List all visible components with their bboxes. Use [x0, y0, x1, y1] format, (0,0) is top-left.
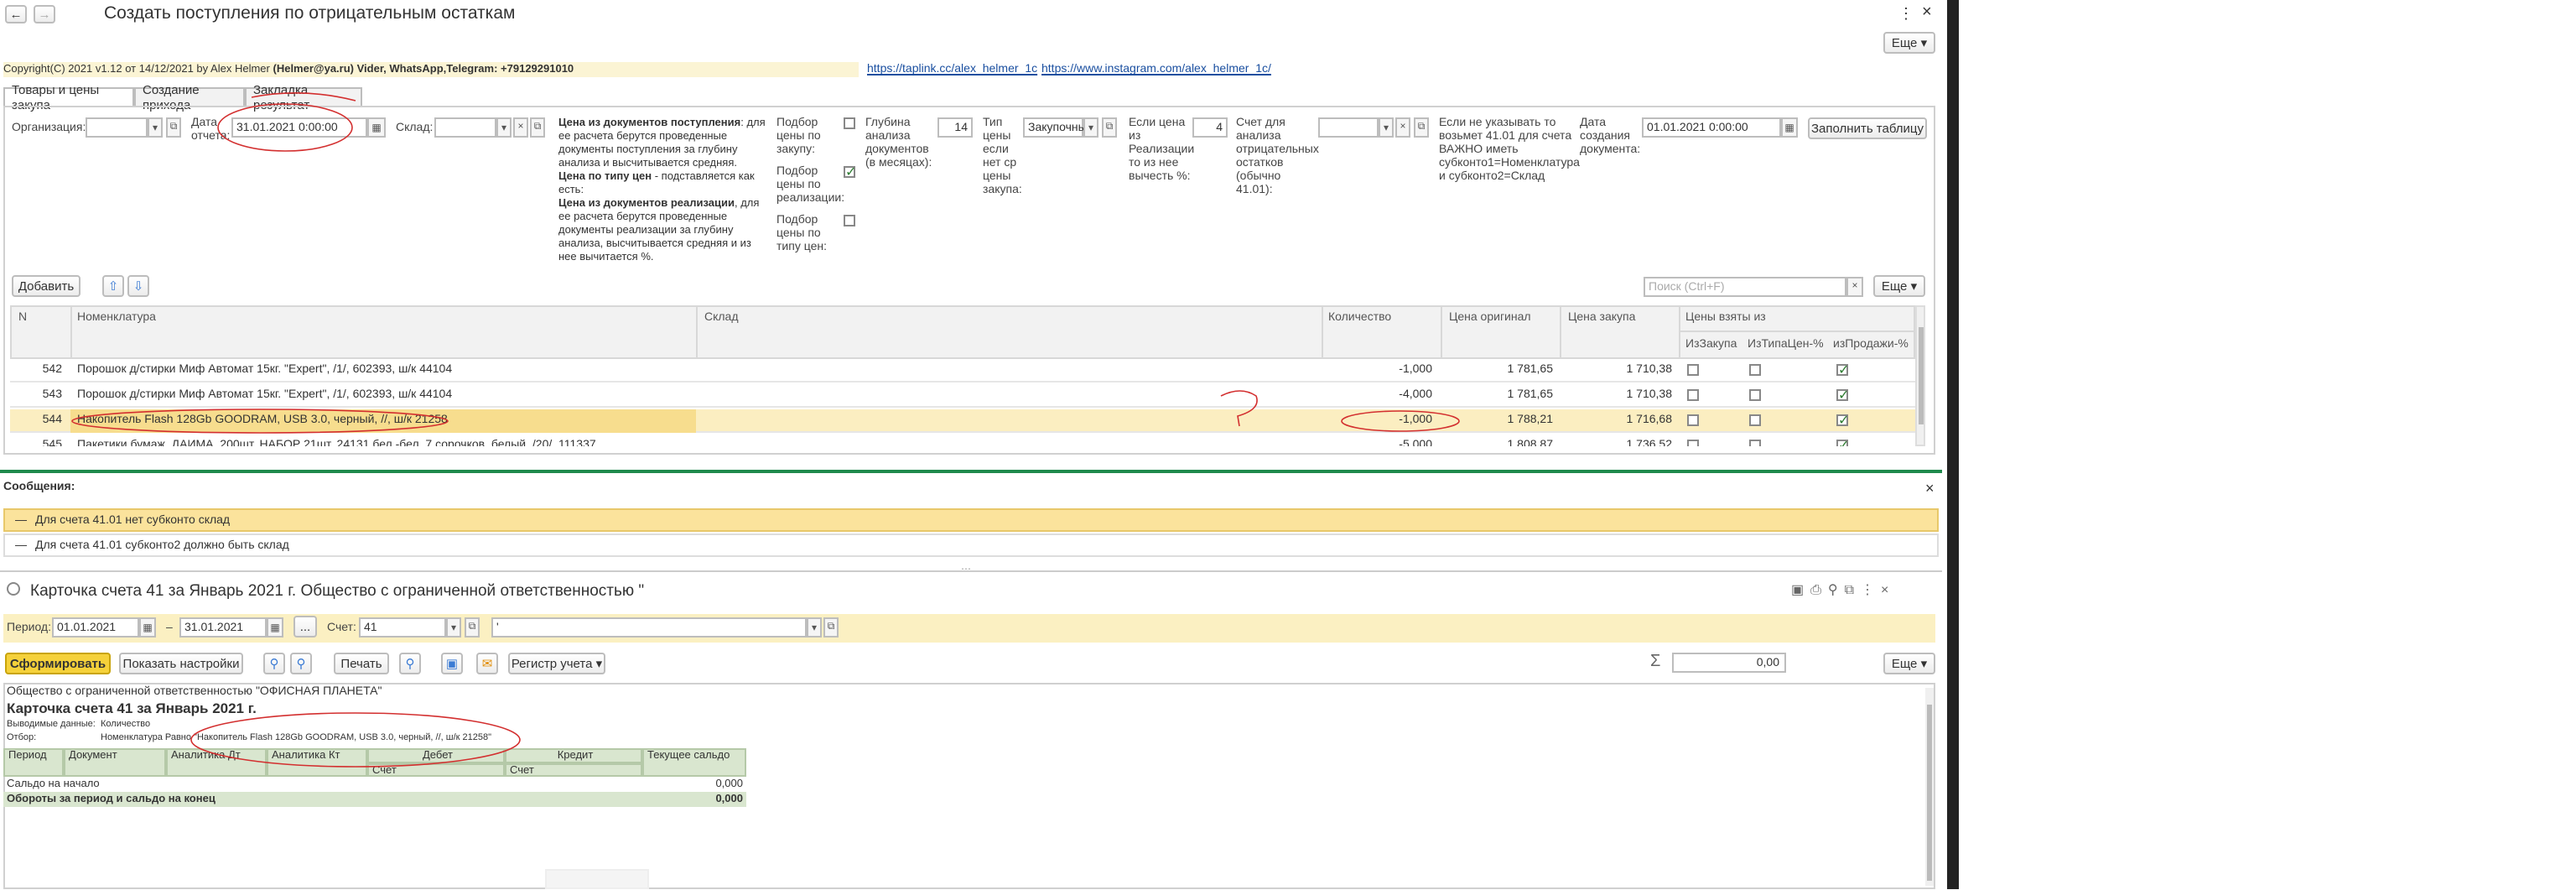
splitter[interactable]: [0, 470, 1942, 473]
window-edge: [1947, 0, 1959, 889]
period-choose-button[interactable]: ...: [293, 616, 317, 638]
message-item[interactable]: — Для счета 41.01 субконто2 должно быть с…: [3, 533, 1939, 557]
subconto-open-icon[interactable]: ⧉: [823, 617, 839, 638]
report-scrollbar-thumb[interactable]: [1927, 705, 1932, 881]
sum-field: 0,00: [1672, 653, 1786, 673]
annotation-question-mark: [1220, 390, 1258, 427]
period-to-calendar-icon[interactable]: ▦: [267, 617, 283, 638]
messages-close-icon[interactable]: ×: [1925, 480, 1935, 497]
period-from-calendar-icon[interactable]: ▦: [139, 617, 156, 638]
report-annotation-overlay: [190, 712, 521, 768]
dash-icon: —: [15, 514, 27, 526]
report-placeholder-box: [545, 869, 649, 889]
report-close-circle-icon[interactable]: [7, 582, 20, 596]
panel-divider: [0, 570, 1942, 572]
account-filter-label: Счет:: [327, 622, 356, 634]
account-filter-dropdown-icon[interactable]: ▾: [446, 617, 461, 638]
annotation-filter-circle: [190, 712, 521, 768]
account-filter-open-icon[interactable]: ⧉: [465, 617, 480, 638]
subconto-dropdown-icon[interactable]: ▾: [807, 617, 822, 638]
subconto-field[interactable]: ': [491, 617, 807, 638]
messages-title: Сообщения:: [3, 481, 75, 493]
report-more-button[interactable]: Еще ▾: [1883, 653, 1935, 674]
report-window-icons[interactable]: ▣⎙⚲⧉⋮×: [1791, 582, 1895, 599]
report-scrollbar[interactable]: [1925, 688, 1934, 886]
period-from-field[interactable]: 01.01.2021: [52, 617, 139, 638]
report-title: Карточка счета 41 за Январь 2021 г. Обще…: [30, 582, 645, 601]
resize-grip-icon[interactable]: ⋯: [961, 564, 971, 575]
annotation-qty-circle: [1341, 410, 1460, 432]
annotation-tab-strike: [251, 92, 356, 101]
sum-icon: Σ: [1650, 653, 1661, 671]
account-filter-field[interactable]: 41: [359, 617, 446, 638]
period-dash: –: [166, 622, 173, 634]
annotation-item-circle: [71, 409, 449, 434]
annotation-overlay: [71, 92, 1460, 434]
dash-icon: —: [15, 539, 27, 551]
period-label: Период:: [7, 622, 51, 634]
message-item[interactable]: — Для счета 41.01 нет субконто склад: [3, 508, 1939, 532]
period-to-field[interactable]: 31.01.2021: [179, 617, 267, 638]
annotation-date-circle: [217, 103, 353, 152]
